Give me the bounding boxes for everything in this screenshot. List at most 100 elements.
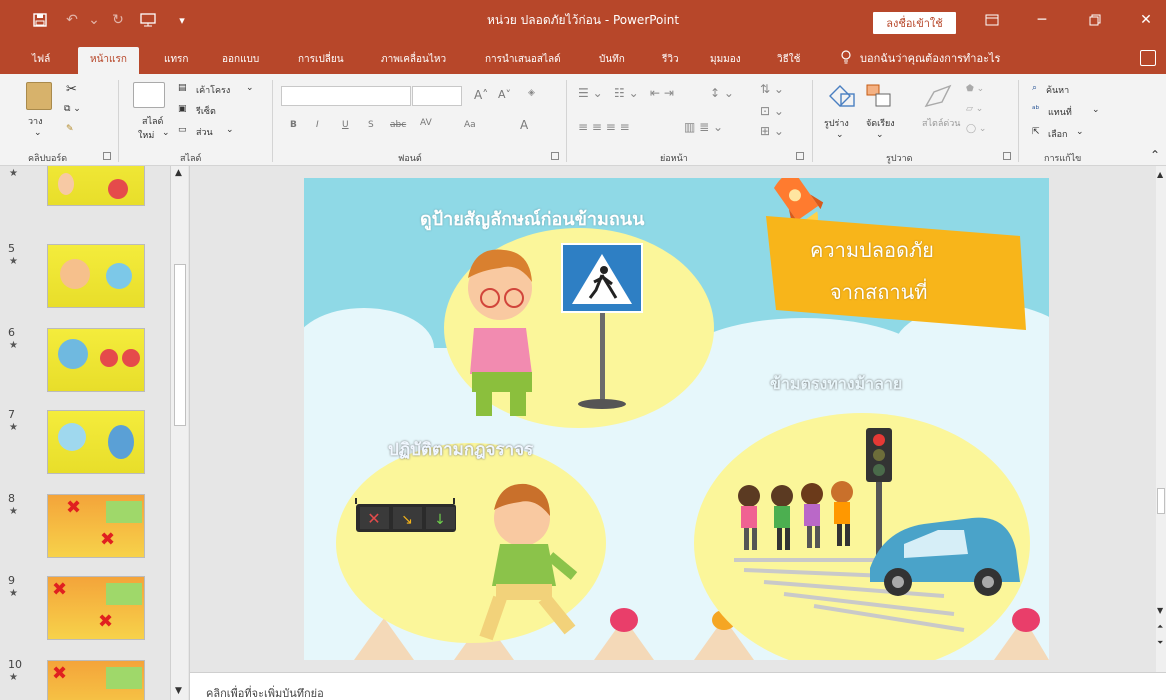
decrease-font-icon[interactable]: A˅ [498,88,511,101]
undo-icon[interactable]: ↶ [62,10,82,30]
signin-button[interactable]: ลงชื่อเข้าใช้ [873,12,956,34]
previous-slide-icon[interactable]: ⏶ [1157,622,1163,632]
shadow-button[interactable]: S [368,120,374,130]
editor-scrollbar[interactable]: ▲ ▼ ⏶ ⏷ [1156,166,1166,672]
shape-outline-icon[interactable]: ▱ ⌄ [966,104,983,114]
thumbnail-scrollbar[interactable]: ▲ ▼ [170,166,188,700]
comments-icon[interactable] [1140,50,1156,66]
shape-fill-icon[interactable]: ⬟ ⌄ [966,84,984,94]
restore-icon[interactable] [1075,6,1115,34]
scroll-down-icon[interactable]: ▼ [1157,606,1163,615]
tab-help[interactable]: วิธีใช้ [777,52,800,67]
paste-icon[interactable] [26,82,52,110]
font-color-button[interactable]: A [520,118,528,132]
text-direction-icon[interactable]: ⇅ ⌄ [760,82,784,96]
arrange-dropdown-icon[interactable]: ⌄ [876,130,884,140]
tab-slideshow[interactable]: การนำเสนอสไลด์ [485,52,561,67]
select-dropdown-icon[interactable]: ⌄ [1076,127,1084,137]
slide-thumbnail[interactable]: ✖ ✖ [47,576,145,640]
scroll-up-icon[interactable]: ▲ [175,168,182,178]
drawing-launcher-icon[interactable] [1003,152,1011,160]
section-icon[interactable]: ▭ [178,125,187,135]
quick-styles-icon[interactable] [922,82,954,110]
align-icons[interactable]: ≡ ≡ ≡ ≡ [578,120,630,134]
paragraph-launcher-icon[interactable] [796,152,804,160]
character-spacing-button[interactable]: AV [420,118,432,128]
shapes-dropdown-icon[interactable]: ⌄ [836,130,844,140]
bullets-icon[interactable]: ☰ ⌄ [578,86,603,100]
slide-thumbnail[interactable] [47,410,145,474]
numbering-icon[interactable]: ☷ ⌄ [614,86,639,100]
slide-thumbnail[interactable] [47,328,145,392]
slide-title-rules[interactable]: ปฏิบัติตามกฎจราจร [388,436,533,463]
banner-text-line1[interactable]: ความปลอดภัย [810,234,934,266]
section-dropdown-icon[interactable]: ⌄ [226,125,234,135]
slide-title-signs[interactable]: ดูป้ายสัญลักษณ์ก่อนข้ามถนน [420,204,644,233]
clipboard-launcher-icon[interactable] [103,152,111,160]
undo-dropdown-icon[interactable]: ⌄ [84,10,104,30]
next-slide-icon[interactable]: ⏷ [1157,638,1163,648]
slide-title-crosswalk[interactable]: ข้ามตรงทางม้าลาย [770,372,902,397]
shapes-icon[interactable] [826,82,858,110]
tab-file[interactable]: ไฟล์ [32,52,50,67]
tab-view[interactable]: มุมมอง [710,52,741,67]
minimize-icon[interactable]: ─ [1022,6,1062,34]
line-spacing-icon[interactable]: ↕ ⌄ [710,86,734,100]
new-slide-label-2[interactable]: ใหม่ [138,128,154,142]
strikethrough-button[interactable]: abc [390,120,406,130]
customize-toolbar-icon[interactable]: ▾ [172,10,192,30]
find-icon[interactable]: ⌕ [1032,83,1037,93]
cut-icon[interactable]: ✂ [66,82,77,97]
tab-review-notes[interactable]: บันทึก [599,52,625,67]
indent-icons[interactable]: ⇤ ⇥ [650,86,674,100]
tab-design[interactable]: ออกแบบ [222,52,259,67]
bold-button[interactable]: B [290,120,297,130]
start-slideshow-icon[interactable] [138,10,158,30]
quick-styles-label[interactable]: สไตล์ด่วน [922,116,960,130]
clear-format-icon[interactable]: ◈ [528,88,535,98]
banner-text-line2[interactable]: จากสถานที่ [830,276,927,308]
slide-thumbnail[interactable]: ✖ [47,660,145,700]
paste-dropdown-icon[interactable]: ⌄ [34,128,42,138]
format-painter-icon[interactable]: ✎ [66,124,74,134]
scroll-down-icon[interactable]: ▼ [175,686,182,696]
tab-animations[interactable]: ภาพเคลื่อนไหว [381,52,446,67]
italic-button[interactable]: I [316,120,319,130]
copy-icon[interactable]: ⧉ ⌄ [64,104,81,114]
tab-insert[interactable]: แทรก [164,52,188,67]
select-button[interactable]: เลือก [1048,127,1067,141]
arrange-label[interactable]: จัดเรียง [866,116,895,130]
find-button[interactable]: ค้นหา [1046,83,1069,97]
layout-dropdown-icon[interactable]: ⌄ [246,83,254,93]
align-text-icon[interactable]: ⊡ ⌄ [760,104,784,118]
close-icon[interactable]: ✕ [1126,6,1166,34]
redo-icon[interactable]: ↻ [108,10,128,30]
shape-effects-icon[interactable]: ◯ ⌄ [966,124,986,134]
scrollbar-thumb[interactable] [1157,488,1165,514]
layout-icon[interactable]: ▤ [178,83,187,93]
new-slide-dropdown-icon[interactable]: ⌄ [162,128,170,138]
tab-transitions[interactable]: การเปลี่ยน [298,52,344,67]
replace-dropdown-icon[interactable]: ⌄ [1092,105,1100,115]
increase-font-icon[interactable]: A˄ [474,88,488,102]
new-slide-label-1[interactable]: สไลด์ [142,114,163,128]
section-button[interactable]: ส่วน [196,125,213,139]
slide-thumbnail[interactable]: ✖ ✖ [47,494,145,558]
arrange-icon[interactable] [864,82,894,110]
layout-button[interactable]: เค้าโครง [196,83,230,97]
underline-button[interactable]: U [342,120,349,130]
change-case-button[interactable]: Aa [464,120,476,130]
font-size-dropdown[interactable] [412,86,462,106]
save-icon[interactable] [30,10,50,30]
slide-thumbnail[interactable] [47,166,145,206]
new-slide-icon[interactable] [133,82,165,108]
replace-button[interactable]: แทนที่ [1048,105,1072,119]
replace-icon[interactable]: ᵃᵇ [1032,105,1039,115]
scrollbar-thumb[interactable] [174,264,186,426]
ribbon-display-options-icon[interactable] [972,6,1012,34]
columns-icon[interactable]: ▥ ≣ ⌄ [684,120,723,134]
smartart-icon[interactable]: ⊞ ⌄ [760,124,784,138]
font-launcher-icon[interactable] [551,152,559,160]
select-icon[interactable]: ⇱ [1032,127,1040,137]
collapse-ribbon-icon[interactable]: ⌃ [1150,148,1160,162]
